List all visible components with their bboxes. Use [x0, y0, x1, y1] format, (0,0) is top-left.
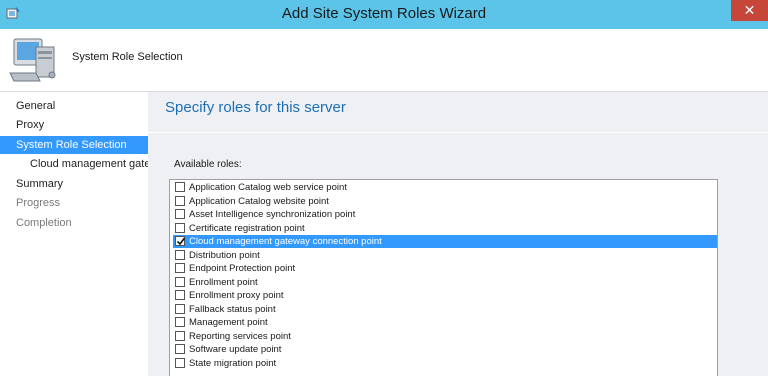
role-checkbox[interactable] [175, 276, 185, 287]
role-label: Asset Intelligence synchronization point [189, 209, 356, 220]
role-checkbox[interactable] [175, 222, 185, 233]
role-checkbox[interactable] [175, 209, 185, 219]
role-checkbox[interactable] [175, 317, 185, 327]
role-label: Software update point [189, 344, 282, 355]
role-row[interactable]: Certificate registration point [173, 222, 717, 235]
close-button[interactable]: ✕ [731, 0, 768, 21]
role-label: Certificate registration point [189, 222, 305, 234]
role-label: Cloud management gateway connection poin… [189, 236, 382, 247]
role-row[interactable]: Enrollment point [173, 276, 717, 289]
content-title: Specify roles for this server [165, 99, 346, 116]
role-checkbox[interactable] [175, 263, 185, 273]
role-label: Distribution point [189, 249, 260, 261]
role-checkbox[interactable] [175, 182, 185, 192]
role-row[interactable]: Fallback status point [173, 303, 717, 316]
nav-item-general[interactable]: General [0, 97, 148, 115]
role-row[interactable]: Reporting services point [173, 330, 717, 343]
role-row[interactable]: Application Catalog web service point [173, 181, 717, 194]
role-row[interactable]: Enrollment proxy point [173, 289, 717, 302]
role-label: Enrollment point [189, 276, 258, 288]
role-row[interactable]: Distribution point [173, 249, 717, 262]
roles-listbox[interactable]: Application Catalog web service point App… [169, 179, 718, 376]
nav-item-completion: Completion [16, 217, 72, 229]
role-row[interactable]: State migration point [173, 357, 717, 370]
role-label: Management point [189, 317, 268, 328]
role-checkbox[interactable] [175, 249, 185, 260]
role-checkbox[interactable] [175, 303, 185, 314]
window-title: Add Site System Roles Wizard [281, 5, 487, 22]
nav-item-system-role-selection[interactable]: System Role Selection [0, 136, 148, 154]
role-label: Application Catalog web service point [189, 182, 347, 193]
role-row[interactable]: Asset Intelligence synchronization point [173, 208, 717, 221]
role-checkbox[interactable] [175, 195, 185, 206]
role-label: Enrollment proxy point [189, 290, 284, 301]
available-roles-label: Available roles: [174, 159, 242, 170]
role-checkbox[interactable] [175, 236, 186, 246]
nav-item-proxy[interactable]: Proxy [0, 116, 148, 134]
role-label: Fallback status point [189, 303, 276, 315]
role-checkbox[interactable] [175, 330, 185, 341]
role-label: State migration point [189, 357, 277, 369]
role-label: Endpoint Protection point [189, 263, 296, 274]
nav-item-summary[interactable]: Summary [0, 175, 148, 193]
role-label: Application Catalog website point [189, 195, 329, 207]
role-row[interactable]: Application Catalog website point [173, 195, 717, 208]
computer-icon [8, 35, 60, 85]
role-checkbox[interactable] [175, 344, 185, 354]
role-checkbox[interactable] [175, 357, 185, 368]
role-row[interactable]: Management point [173, 316, 717, 329]
page-title: System Role Selection [72, 51, 183, 63]
role-row[interactable]: Endpoint Protection point [173, 262, 717, 275]
divider [148, 132, 768, 133]
wizard-nav: General Proxy System Role Selection Clou… [0, 92, 148, 376]
role-row[interactable]: Cloud management gateway connection poin… [173, 235, 717, 248]
nav-item-progress: Progress [16, 197, 61, 209]
role-row[interactable]: Software update point [173, 343, 717, 356]
wizard-header: System Role Selection [0, 29, 768, 92]
role-checkbox[interactable] [175, 290, 185, 300]
role-label: Reporting services point [189, 330, 291, 342]
nav-item-cloud-management-gateway[interactable]: Cloud management gateway connection poin… [0, 155, 148, 173]
title-bar: Add Site System Roles Wizard ✕ [0, 0, 768, 29]
